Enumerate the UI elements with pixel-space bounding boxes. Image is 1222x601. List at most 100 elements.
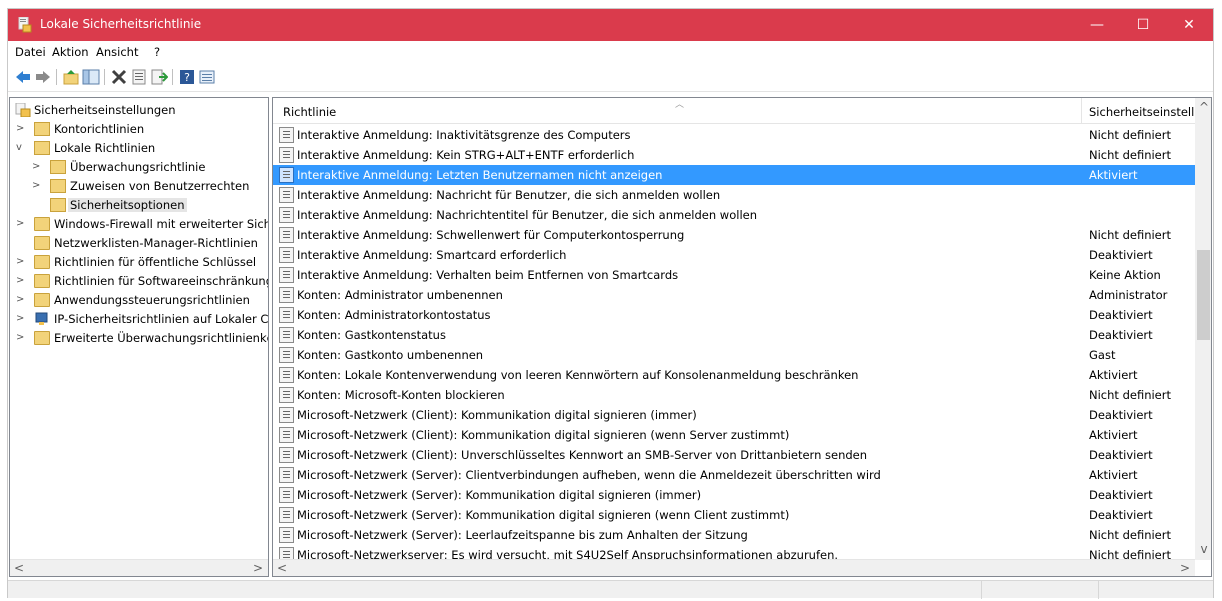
tree-item-sicherheitseinstellungen[interactable]: Sicherheitseinstellungen: [10, 101, 268, 120]
policy-setting-value: Nicht definiert: [1089, 148, 1171, 162]
chevron-right-icon[interactable]: >: [16, 313, 26, 325]
status-divider: [1098, 581, 1099, 599]
policy-setting-value: Gast: [1089, 348, 1116, 362]
policy-row[interactable]: Interaktive Anmeldung: Verhalten beim En…: [273, 265, 1195, 285]
list-horizontal-scrollbar[interactable]: < >: [273, 559, 1195, 576]
tree-pane[interactable]: Sicherheitseinstellungen > Kontorichtlin…: [9, 97, 269, 577]
export-list-icon[interactable]: [150, 68, 168, 86]
policy-folder-icon: [34, 122, 50, 136]
help-icon[interactable]: ?: [178, 68, 196, 86]
policy-row[interactable]: Microsoft-Netzwerk (Server): Kommunikati…: [273, 505, 1195, 525]
tree-item-oeffentliche-schluessel[interactable]: > Richtlinien für öffentliche Schlüssel: [10, 253, 268, 272]
forward-icon[interactable]: [34, 68, 52, 86]
policy-row[interactable]: Microsoft-Netzwerk (Server): Kommunikati…: [273, 485, 1195, 505]
tree-item-windows-firewall[interactable]: > Windows-Firewall mit erweiterter Sich: [10, 215, 268, 234]
delete-icon[interactable]: [110, 68, 128, 86]
chevron-down-icon[interactable]: v: [16, 142, 26, 154]
tree-item-softwareeinschraenkung[interactable]: > Richtlinien für Softwareeinschränkung: [10, 272, 268, 291]
chevron-right-icon[interactable]: >: [16, 218, 26, 230]
chevron-right-icon[interactable]: >: [16, 332, 26, 344]
minimize-button[interactable]: —: [1074, 9, 1120, 41]
scroll-down-icon[interactable]: v: [1196, 542, 1211, 557]
column-divider[interactable]: [1081, 98, 1082, 124]
list-vertical-scrollbar[interactable]: ^ v: [1195, 98, 1211, 560]
chevron-right-icon[interactable]: >: [16, 275, 26, 287]
policy-name: Interaktive Anmeldung: Letzten Benutzern…: [297, 168, 663, 182]
scroll-right-icon[interactable]: >: [1177, 561, 1193, 576]
policy-row[interactable]: Konten: Gastkonto umbenennen Gast: [273, 345, 1195, 365]
policy-icon: [279, 307, 294, 323]
scroll-left-icon[interactable]: <: [11, 561, 27, 576]
folder-icon: [34, 293, 50, 307]
policy-row[interactable]: Konten: Lokale Kontenverwendung von leer…: [273, 365, 1195, 385]
scroll-left-icon[interactable]: <: [274, 561, 290, 576]
details-view-icon[interactable]: [198, 68, 216, 86]
policy-row[interactable]: Interaktive Anmeldung: Smartcard erforde…: [273, 245, 1195, 265]
scroll-right-icon[interactable]: >: [250, 561, 266, 576]
security-policy-app-icon: [18, 17, 32, 33]
title-bar[interactable]: Lokale Sicherheitsrichtlinie — ☐ ✕: [8, 9, 1213, 41]
tree-item-benutzerrechte[interactable]: > Zuweisen von Benutzerrechten: [10, 177, 268, 196]
menu-ansicht[interactable]: Ansicht: [96, 45, 138, 59]
properties-icon[interactable]: [130, 68, 148, 86]
policy-name: Microsoft-Netzwerk (Server): Kommunikati…: [297, 488, 702, 502]
chevron-right-icon[interactable]: >: [16, 256, 26, 268]
tree-item-netzwerklisten-manager[interactable]: Netzwerklisten-Manager-Richtlinien: [10, 234, 268, 253]
chevron-right-icon[interactable]: >: [32, 161, 42, 173]
policy-row[interactable]: Interaktive Anmeldung: Nachricht für Ben…: [273, 185, 1195, 205]
chevron-right-icon[interactable]: >: [16, 123, 26, 135]
scroll-up-icon[interactable]: ^: [1196, 100, 1211, 115]
tree-item-kontorichtlinien[interactable]: > Kontorichtlinien: [10, 120, 268, 139]
policy-row[interactable]: Konten: Microsoft-Konten blockieren Nicht…: [273, 385, 1195, 405]
policy-row[interactable]: Konten: Administratorkontostatus Deaktivi…: [273, 305, 1195, 325]
policy-row[interactable]: Interaktive Anmeldung: Letzten Benutzern…: [273, 165, 1195, 185]
tree-item-label: Zuweisen von Benutzerrechten: [70, 179, 250, 193]
policy-name: Konten: Gastkonto umbenennen: [297, 348, 484, 362]
tree-item-ueberwachungsrichtlinie[interactable]: > Überwachungsrichtlinie: [10, 158, 268, 177]
policy-row[interactable]: Microsoft-Netzwerk (Client): Kommunikati…: [273, 425, 1195, 445]
tree-item-anwendungssteuerung[interactable]: > Anwendungssteuerungsrichtlinien: [10, 291, 268, 310]
policy-row[interactable]: Microsoft-Netzwerk (Client): Kommunikati…: [273, 405, 1195, 425]
tree-horizontal-scrollbar[interactable]: < >: [10, 559, 268, 576]
policy-row[interactable]: Interaktive Anmeldung: Nachrichtentitel …: [273, 205, 1195, 225]
tree-item-label: Sicherheitseinstellungen: [34, 103, 176, 117]
policy-row[interactable]: Microsoft-Netzwerk (Server): Clientverbi…: [273, 465, 1195, 485]
policy-icon: [279, 447, 294, 463]
show-hide-tree-icon[interactable]: [82, 68, 100, 86]
policy-row[interactable]: Konten: Administrator umbenennen Administ…: [273, 285, 1195, 305]
window-title: Lokale Sicherheitsrichtlinie: [40, 17, 202, 31]
column-header-sicherheitseinstellung[interactable]: Sicherheitseinstellu: [1089, 105, 1202, 119]
up-folder-icon[interactable]: [62, 68, 80, 86]
folder-icon: [34, 255, 50, 269]
tree-item-erweiterte-ueberwachung[interactable]: > Erweiterte Überwachungsrichtlinienkc: [10, 329, 268, 348]
chevron-right-icon[interactable]: >: [16, 294, 26, 306]
policy-row[interactable]: Microsoft-Netzwerk (Server): Leerlaufzei…: [273, 525, 1195, 545]
policy-icon: [279, 167, 294, 183]
toolbar-separator: [56, 69, 57, 85]
tree-item-sicherheitsoptionen[interactable]: Sicherheitsoptionen: [10, 196, 268, 215]
policy-list-pane[interactable]: ︿ Richtlinie Sicherheitseinstellu Intera…: [272, 97, 1212, 577]
menu-aktion[interactable]: Aktion: [52, 45, 89, 59]
policy-row[interactable]: Interaktive Anmeldung: Inaktivitätsgrenz…: [273, 125, 1195, 145]
menu-help[interactable]: ?: [154, 45, 160, 59]
back-icon[interactable]: [14, 68, 32, 86]
column-header-richtlinie[interactable]: Richtlinie: [283, 105, 336, 119]
tree-item-ip-sicherheit[interactable]: > IP-Sicherheitsrichtlinien auf Lokaler …: [10, 310, 268, 329]
maximize-button[interactable]: ☐: [1120, 9, 1166, 41]
policy-icon: [279, 507, 294, 523]
policy-name: Microsoft-Netzwerk (Client): Kommunikati…: [297, 428, 790, 442]
chevron-right-icon[interactable]: >: [32, 180, 42, 192]
policy-icon: [279, 407, 294, 423]
policy-row[interactable]: Microsoft-Netzwerk (Client): Unverschlüs…: [273, 445, 1195, 465]
scroll-thumb[interactable]: [1197, 250, 1210, 340]
policy-row[interactable]: Interaktive Anmeldung: Schwellenwert für…: [273, 225, 1195, 245]
tree-item-lokale-richtlinien[interactable]: v Lokale Richtlinien: [10, 139, 268, 158]
policy-folder-icon: [50, 160, 66, 174]
menu-datei[interactable]: Datei: [15, 45, 46, 59]
security-settings-icon: [15, 103, 31, 117]
policy-row[interactable]: Interaktive Anmeldung: Kein STRG+ALT+ENT…: [273, 145, 1195, 165]
close-button[interactable]: ✕: [1166, 9, 1212, 41]
policy-name: Microsoft-Netzwerk (Server): Leerlaufzei…: [297, 528, 748, 542]
policy-row[interactable]: Konten: Gastkontenstatus Deaktiviert: [273, 325, 1195, 345]
policy-folder-icon: [50, 179, 66, 193]
